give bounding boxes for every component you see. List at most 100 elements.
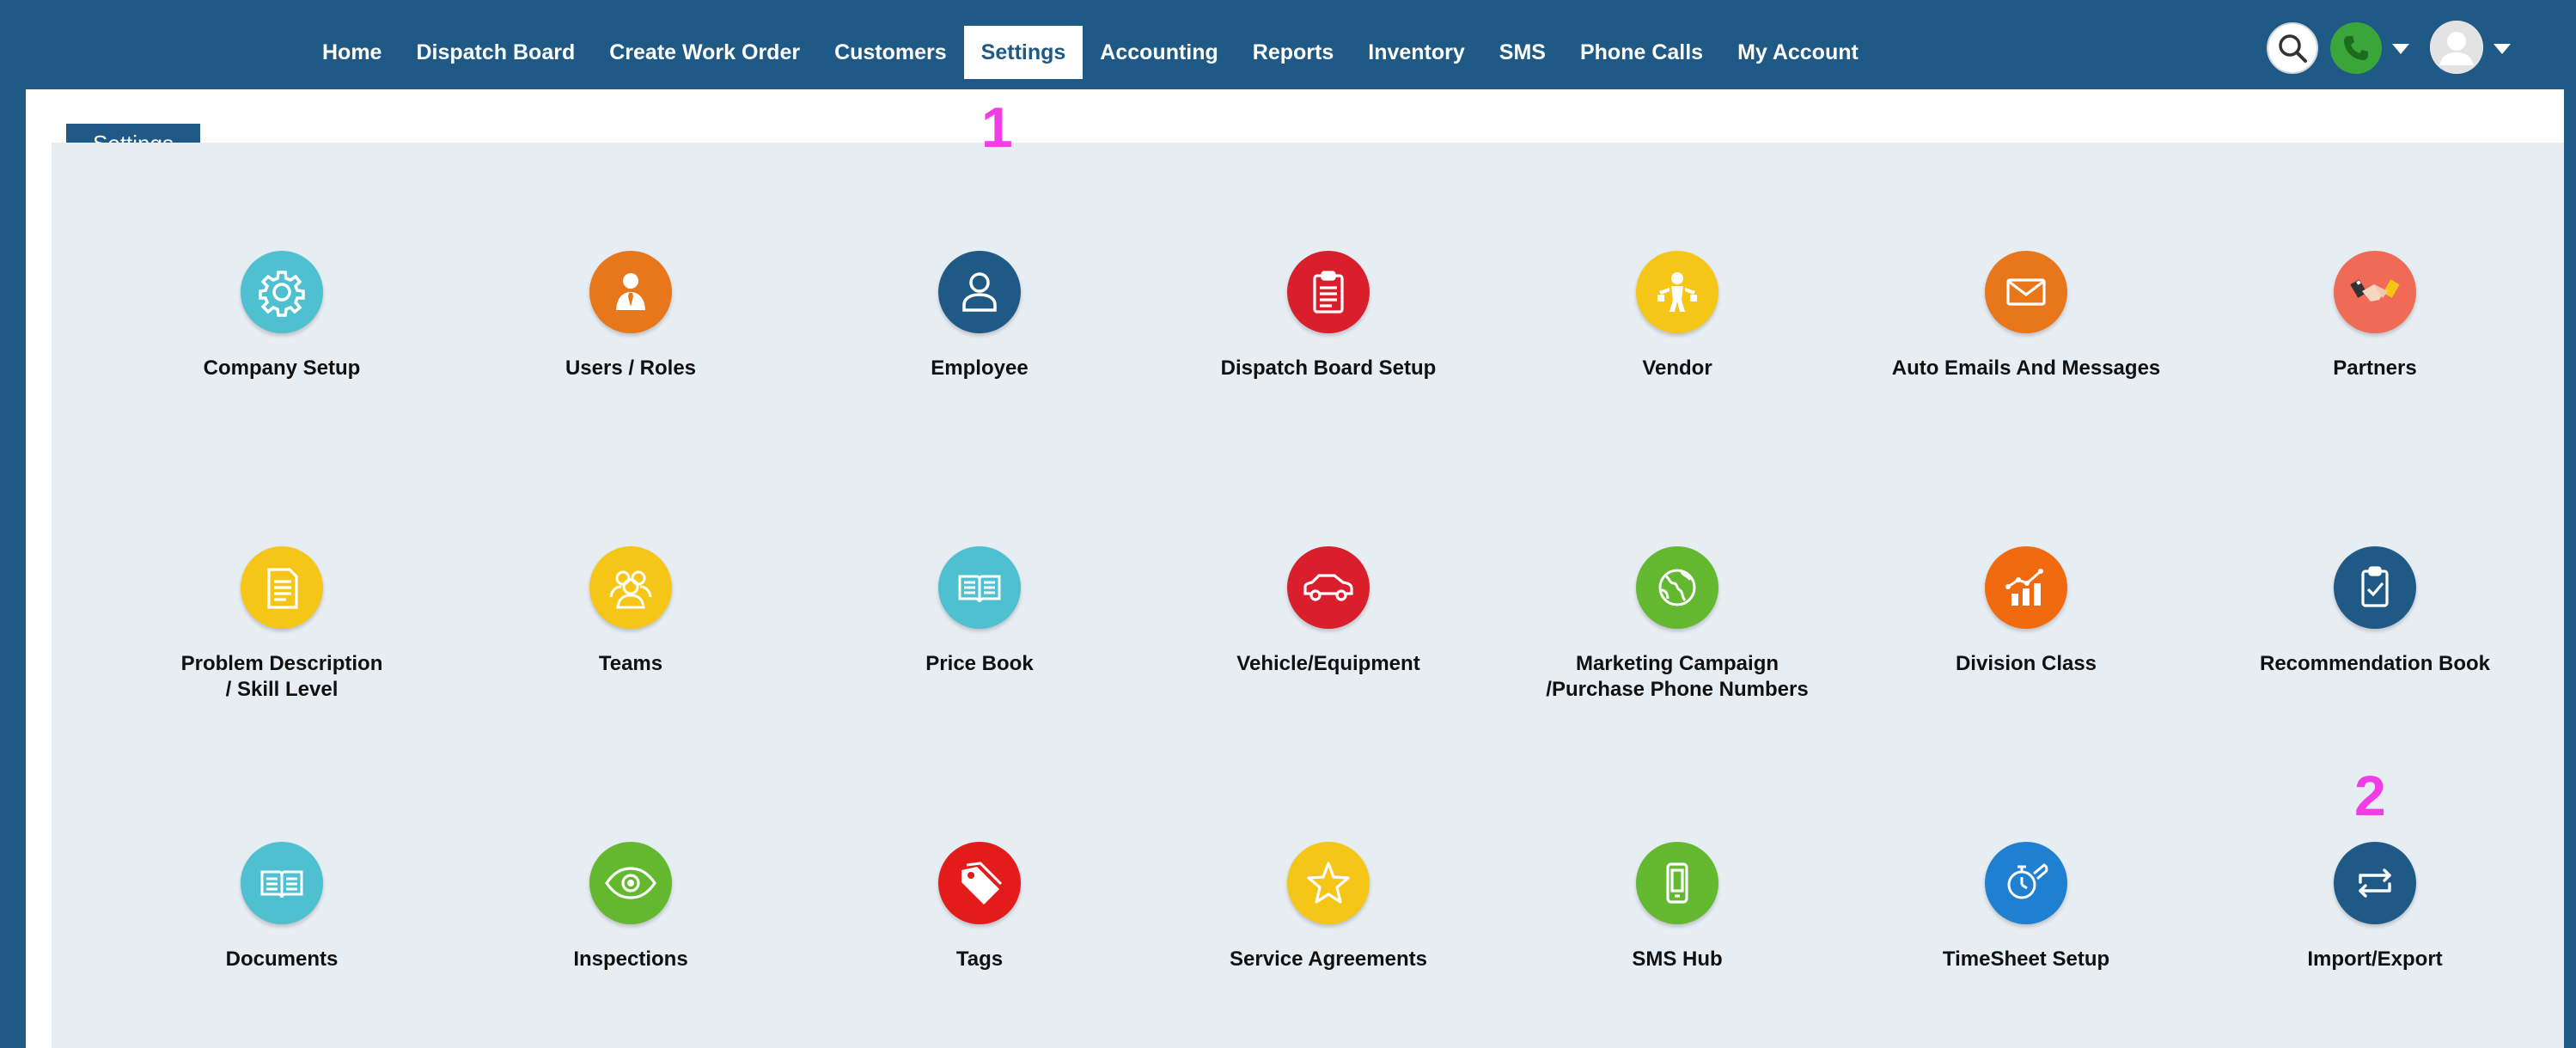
- tile-label: Inspections: [573, 947, 688, 971]
- partners-icon-badge: [2334, 251, 2416, 333]
- tag-icon: [961, 862, 1003, 905]
- tile-label: Company Setup: [203, 356, 361, 380]
- tile-label: Vendor: [1642, 356, 1712, 380]
- problem-description-icon-badge: [241, 546, 323, 629]
- checklist-icon: [2361, 566, 2389, 607]
- top-nav-bar: Home Dispatch Board Create Work Order Cu…: [0, 0, 2576, 89]
- tile-label: Vehicle/Equipment: [1236, 652, 1420, 675]
- annotation-marker-2: 2: [2354, 764, 2386, 827]
- service-agreements-icon-badge: [1287, 842, 1370, 924]
- tile-label: Recommendation Book: [2259, 652, 2491, 675]
- tile-partners[interactable]: Partners: [2203, 251, 2547, 381]
- tile-label: SMS Hub: [1632, 947, 1723, 971]
- nav-reports[interactable]: Reports: [1236, 26, 1351, 79]
- timesheet-setup-icon-badge: [1985, 842, 2067, 924]
- bar-chart-icon: [2005, 569, 2043, 606]
- search-icon: [2279, 34, 2307, 63]
- user-tie-icon: [616, 273, 645, 310]
- envelope-icon: [2006, 278, 2046, 306]
- star-icon: [1307, 862, 1350, 904]
- car-icon: [1303, 574, 1353, 601]
- tile-problem-description-skill-level[interactable]: Problem Description / Skill Level: [110, 546, 454, 703]
- tile-label: Tags: [955, 947, 1004, 971]
- tile-division-class[interactable]: Division Class: [1854, 546, 2198, 677]
- nav-create-work-order[interactable]: Create Work Order: [592, 26, 817, 79]
- tile-label: Problem Description / Skill Level: [180, 652, 383, 701]
- tile-company-setup[interactable]: Company Setup: [110, 251, 454, 381]
- document-icon: [267, 568, 298, 609]
- eye-icon: [605, 867, 656, 899]
- clipboard-icon: [1313, 271, 1344, 314]
- vendor-icon: [1657, 272, 1697, 312]
- nav-dispatch-board[interactable]: Dispatch Board: [399, 26, 592, 79]
- nav-my-account[interactable]: My Account: [1720, 26, 1876, 79]
- handshake-icon: [2350, 279, 2400, 302]
- sms-hub-icon-badge: [1636, 842, 1718, 924]
- marketing-campaign-icon-badge: [1636, 546, 1718, 629]
- tile-label: Import/Export: [2307, 947, 2443, 971]
- import-export-icon-badge: [2334, 842, 2416, 924]
- nav-customers[interactable]: Customers: [817, 26, 964, 79]
- open-book-icon: [958, 575, 1001, 603]
- auto-emails-icon-badge: [1985, 251, 2067, 333]
- tile-label: Auto Emails And Messages: [1891, 356, 2161, 380]
- annotation-marker-1: 1: [981, 95, 1013, 159]
- nav-home[interactable]: Home: [305, 26, 399, 79]
- teams-icon-badge: [589, 546, 672, 629]
- tile-tags[interactable]: Tags: [808, 842, 1151, 972]
- tile-label: Marketing Campaign /Purchase Phone Numbe…: [1546, 652, 1809, 701]
- vendor-icon-badge: [1636, 251, 1718, 333]
- globe-icon: [1658, 569, 1696, 606]
- tile-marketing-campaign-purchase-phone-numbers[interactable]: Marketing Campaign /Purchase Phone Numbe…: [1505, 546, 1849, 703]
- tile-recommendation-book[interactable]: Recommendation Book: [2203, 546, 2547, 677]
- tile-employee[interactable]: Employee: [808, 251, 1151, 381]
- tile-timesheet-setup[interactable]: TimeSheet Setup: [1854, 842, 2198, 972]
- tile-label: Division Class: [1955, 652, 2097, 675]
- phone-dropdown-caret[interactable]: [2392, 44, 2409, 54]
- nav-accounting[interactable]: Accounting: [1083, 26, 1236, 79]
- nav-phone-calls[interactable]: Phone Calls: [1563, 26, 1720, 79]
- tile-teams[interactable]: Teams: [459, 546, 803, 677]
- division-class-icon-badge: [1985, 546, 2067, 629]
- tile-label: Service Agreements: [1230, 947, 1427, 971]
- documents-icon-badge: [241, 842, 323, 924]
- user-avatar-button[interactable]: [2430, 21, 2483, 74]
- company-setup-icon-badge: [241, 251, 323, 333]
- tile-users-roles[interactable]: Users / Roles: [459, 251, 803, 381]
- price-book-icon-badge: [938, 546, 1021, 629]
- search-button[interactable]: [2267, 22, 2318, 74]
- team-icon: [609, 570, 652, 609]
- tile-label: Users / Roles: [565, 356, 697, 380]
- nav-settings[interactable]: Settings: [963, 26, 1084, 79]
- stopwatch-wrench-icon: [2007, 863, 2048, 899]
- inspections-icon-badge: [589, 842, 672, 924]
- tile-vendor[interactable]: Vendor: [1505, 251, 1849, 381]
- nav-sms[interactable]: SMS: [1482, 26, 1563, 79]
- tile-label: Partners: [2333, 356, 2417, 380]
- account-dropdown-caret[interactable]: [2494, 44, 2511, 54]
- gear-icon: [259, 271, 305, 317]
- book-icon: [260, 870, 303, 899]
- phone-button[interactable]: [2330, 22, 2382, 74]
- phone-icon: [2344, 36, 2368, 60]
- tile-inspections[interactable]: Inspections: [459, 842, 803, 972]
- tile-sms-hub[interactable]: SMS Hub: [1505, 842, 1849, 972]
- tile-label: Price Book: [925, 652, 1034, 675]
- person-icon: [962, 272, 997, 312]
- tile-auto-emails-and-messages[interactable]: Auto Emails And Messages: [1854, 251, 2198, 381]
- tile-dispatch-board-setup[interactable]: Dispatch Board Setup: [1157, 251, 1500, 381]
- tile-price-book[interactable]: Price Book: [808, 546, 1151, 677]
- dispatch-board-setup-icon-badge: [1287, 251, 1370, 333]
- tile-vehicle-equipment[interactable]: Vehicle/Equipment: [1157, 546, 1500, 677]
- tile-label: Documents: [225, 947, 339, 971]
- tile-import-export[interactable]: Import/Export: [2203, 842, 2547, 972]
- tile-label: Dispatch Board Setup: [1220, 356, 1437, 380]
- tile-documents[interactable]: Documents: [110, 842, 454, 972]
- tile-label: Teams: [598, 652, 663, 675]
- users-roles-icon-badge: [589, 251, 672, 333]
- nav-inventory[interactable]: Inventory: [1351, 26, 1482, 79]
- user-avatar-icon: [2430, 21, 2483, 74]
- tile-label: TimeSheet Setup: [1942, 947, 2110, 971]
- tile-service-agreements[interactable]: Service Agreements: [1157, 842, 1500, 972]
- employee-icon-badge: [938, 251, 1021, 333]
